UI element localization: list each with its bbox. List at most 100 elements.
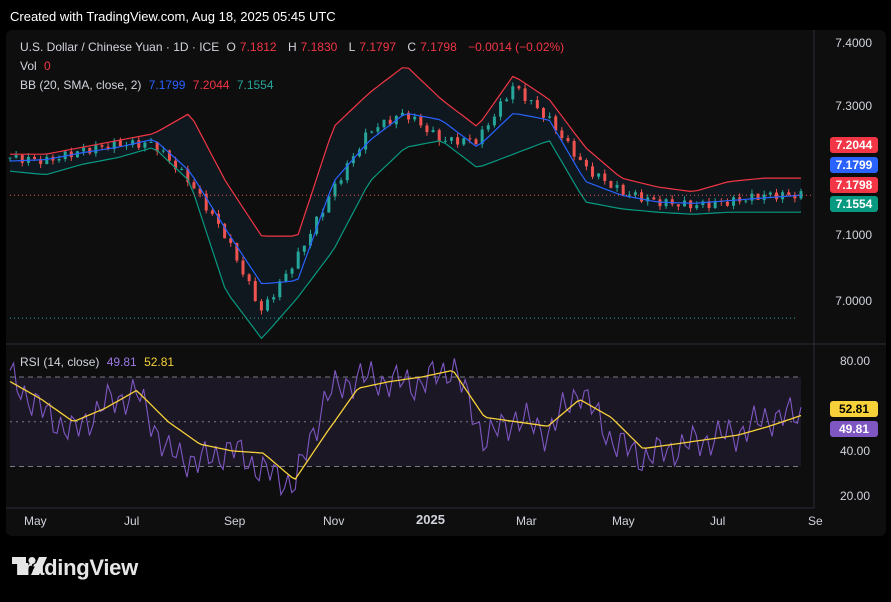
candle-body	[732, 197, 736, 206]
volume-value: 0	[44, 59, 51, 73]
candle-body	[523, 88, 527, 102]
candle-body	[180, 168, 184, 170]
candle-body	[609, 180, 613, 188]
candle-body	[143, 142, 147, 148]
candle-body	[376, 127, 380, 132]
candle-body	[437, 130, 441, 142]
candle-body	[566, 138, 570, 142]
candle-body	[633, 192, 637, 195]
rsi-tick-20: 20.00	[839, 489, 870, 503]
candle-body	[284, 273, 288, 282]
time-tick-may-2025: May	[612, 514, 635, 528]
candle-body	[560, 130, 564, 139]
candle-body	[192, 182, 196, 189]
ohlc-low: L 7.1797	[348, 40, 397, 54]
time-tick-nov-2024: Nov	[323, 514, 345, 528]
candle-body	[750, 193, 754, 201]
candle-body	[413, 116, 417, 120]
candle-body	[88, 147, 92, 154]
candle-body	[744, 200, 748, 202]
price-tick-7-30: 7.3000	[835, 99, 872, 113]
candle-body	[241, 260, 245, 275]
candle-body	[541, 108, 545, 118]
rsi-label: RSI (14, close)	[20, 355, 100, 369]
candle-body	[462, 138, 466, 145]
symbol-legend: U.S. Dollar / Chinese Yuan · 1D · ICE O7…	[20, 40, 568, 54]
time-tick-jul-2024: Jul	[124, 514, 140, 528]
candle-body	[137, 140, 141, 148]
candle-body	[210, 210, 214, 214]
candle-body	[615, 184, 619, 188]
candle-body	[94, 145, 98, 154]
candle-body	[370, 131, 374, 133]
candle-body	[118, 140, 122, 147]
bb-lower-value: 7.1554	[236, 78, 274, 92]
candle-body	[296, 251, 300, 269]
candle-body	[774, 192, 778, 200]
candle-body	[591, 166, 595, 177]
candle-body	[100, 145, 104, 147]
candle-body	[584, 160, 588, 167]
candle-body	[45, 156, 49, 165]
bb-lower-price-label: 7.1554	[830, 196, 878, 212]
symbol-title: U.S. Dollar / Chinese Yuan · 1D · ICE	[20, 40, 220, 54]
candle-body	[8, 157, 12, 159]
candle-body	[572, 141, 576, 157]
candle-body	[670, 199, 674, 205]
candle-body	[266, 299, 270, 311]
chart-canvas[interactable]	[6, 30, 886, 536]
candle-body	[529, 100, 533, 102]
bb-label: BB (20, SMA, close, 2)	[20, 78, 142, 92]
candle-body	[658, 199, 662, 207]
candle-body	[290, 268, 294, 274]
candle-body	[253, 281, 257, 302]
time-tick-may-2024: May	[24, 514, 47, 528]
time-tick-2025: 2025	[416, 512, 445, 527]
candle-body	[597, 173, 601, 177]
candle-body	[14, 155, 18, 158]
candle-body	[787, 192, 791, 195]
candle-body	[548, 116, 552, 118]
rsi-legend: RSI (14, close) 49.81 52.81	[20, 355, 178, 369]
candle-body	[382, 119, 386, 128]
candle-body	[247, 274, 251, 282]
bb-upper-value: 7.2044	[192, 78, 230, 92]
candle-body	[603, 173, 607, 181]
candle-body	[431, 130, 435, 133]
candle-body	[278, 281, 282, 298]
candle-body	[57, 159, 61, 161]
chart-panel[interactable]: U.S. Dollar / Chinese Yuan · 1D · ICE O7…	[6, 30, 886, 536]
volume-label: Vol	[20, 59, 37, 73]
candle-body	[425, 125, 429, 133]
candle-body	[689, 200, 693, 209]
price-tick-7-00: 7.0000	[835, 294, 872, 308]
time-tick-jul-2025: Jul	[710, 514, 726, 528]
candle-body	[535, 100, 539, 109]
candle-body	[499, 101, 503, 117]
candle-body	[621, 184, 625, 195]
candle-body	[492, 116, 496, 126]
candle-body	[419, 116, 423, 126]
bb-upper-price-label: 7.2044	[830, 137, 878, 153]
candle-body	[302, 245, 306, 252]
candle-body	[339, 180, 343, 184]
volume-legend: Vol 0	[20, 59, 55, 73]
ohlc-high: H 7.1830	[287, 40, 338, 54]
bb-basis-price-label: 7.1799	[830, 157, 878, 173]
candle-body	[768, 192, 772, 195]
candle-body	[161, 150, 165, 152]
bb-legend: BB (20, SMA, close, 2) 7.1799 7.2044 7.1…	[20, 78, 278, 92]
ohlc-open: O 7.1812	[226, 40, 277, 54]
rsi-value: 49.81	[106, 355, 137, 369]
rsi-tick-80: 80.00	[839, 354, 870, 368]
rsi-ma-price-label: 52.81	[830, 401, 878, 417]
tradingview-logo[interactable]: TradingView	[12, 555, 138, 581]
tradingview-logo-icon	[12, 557, 47, 575]
rsi-ma-value: 52.81	[144, 355, 175, 369]
created-with-caption: Created with TradingView.com, Aug 18, 20…	[10, 9, 336, 24]
candle-body	[259, 301, 263, 311]
candle-body	[511, 86, 515, 100]
time-tick-sep-2025: Se	[808, 514, 823, 528]
candle-body	[505, 99, 509, 102]
ohlc-close: C 7.1798	[407, 40, 457, 54]
